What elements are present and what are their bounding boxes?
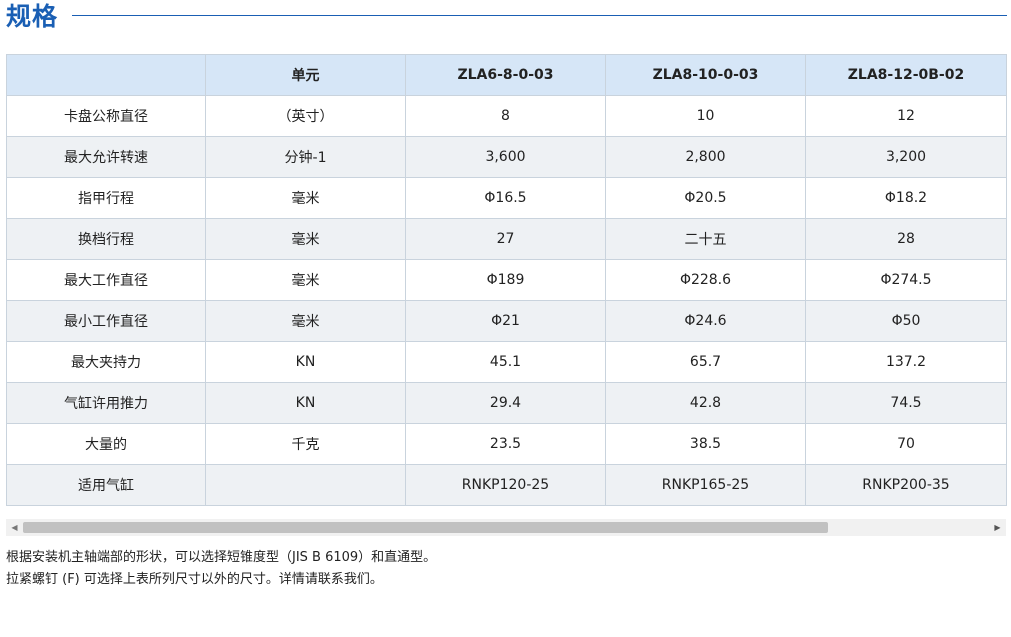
unit-cell: 毫米 [205, 300, 406, 342]
unit-cell: 千克 [205, 423, 406, 465]
note-line: 拉紧螺钉 (F) 可选择上表所列尺寸以外的尺寸。详情请联系我们。 [6, 572, 383, 587]
unit-cell: 分钟-1 [205, 136, 406, 178]
scroll-right-arrow-icon[interactable]: ▶ [989, 519, 1006, 536]
table-row: 适用气缸 RNKP120-25 RNKP165-25 RNKP200-35 [6, 464, 1007, 506]
unit-cell: （英寸） [205, 95, 406, 137]
row-label-cell: 最小工作直径 [6, 300, 206, 342]
table-row: 卡盘公称直径 （英寸） 8 10 12 [6, 95, 1007, 137]
page-title: 规格 [6, 2, 59, 31]
row-label-cell: 大量的 [6, 423, 206, 465]
value-cell: Φ228.6 [605, 259, 806, 301]
value-cell: Φ16.5 [405, 177, 606, 219]
row-label-cell: 最大允许转速 [6, 136, 206, 178]
row-label-cell: 适用气缸 [6, 464, 206, 506]
value-cell: 29.4 [405, 382, 606, 424]
section-header: 规格 [4, 0, 1007, 36]
spec-table-container: 单元 ZLA6-8-0-03 ZLA8-10-0-03 ZLA8-12-0B-0… [6, 54, 1007, 506]
unit-cell: 毫米 [205, 177, 406, 219]
value-cell: 二十五 [605, 218, 806, 260]
value-cell: Φ21 [405, 300, 606, 342]
value-cell: Φ20.5 [605, 177, 806, 219]
scrollbar-thumb[interactable] [23, 522, 828, 533]
value-cell: 38.5 [605, 423, 806, 465]
value-cell: Φ24.6 [605, 300, 806, 342]
value-cell: 10 [605, 95, 806, 137]
table-row: 气缸许用推力 KN 29.4 42.8 74.5 [6, 382, 1007, 424]
value-cell: 74.5 [805, 382, 1007, 424]
row-label-cell: 卡盘公称直径 [6, 95, 206, 137]
notes-section: 根据安装机主轴端部的形状，可以选择短锥度型（JIS B 6109）和直通型。 拉… [6, 547, 1006, 591]
value-cell: 28 [805, 218, 1007, 260]
row-label-cell: 最大工作直径 [6, 259, 206, 301]
value-cell: Φ18.2 [805, 177, 1007, 219]
value-cell: 3,600 [405, 136, 606, 178]
unit-cell: 毫米 [205, 218, 406, 260]
row-label-cell: 指甲行程 [6, 177, 206, 219]
value-cell: 137.2 [805, 341, 1007, 383]
value-cell: RNKP165-25 [605, 464, 806, 506]
value-cell: Φ189 [405, 259, 606, 301]
value-cell: 2,800 [605, 136, 806, 178]
unit-cell: 毫米 [205, 259, 406, 301]
header-cell-unit: 单元 [205, 54, 406, 96]
header-cell-model-2: ZLA8-10-0-03 [605, 54, 806, 96]
value-cell: 70 [805, 423, 1007, 465]
value-cell: 3,200 [805, 136, 1007, 178]
row-label-cell: 换档行程 [6, 218, 206, 260]
value-cell: RNKP120-25 [405, 464, 606, 506]
value-cell: 42.8 [605, 382, 806, 424]
table-row: 换档行程 毫米 27 二十五 28 [6, 218, 1007, 260]
value-cell: 23.5 [405, 423, 606, 465]
value-cell: 27 [405, 218, 606, 260]
table-row: 最大允许转速 分钟-1 3,600 2,800 3,200 [6, 136, 1007, 178]
value-cell: Φ50 [805, 300, 1007, 342]
header-cell-model-1: ZLA6-8-0-03 [405, 54, 606, 96]
value-cell: RNKP200-35 [805, 464, 1007, 506]
title-divider [72, 15, 1007, 16]
table-row: 指甲行程 毫米 Φ16.5 Φ20.5 Φ18.2 [6, 177, 1007, 219]
header-cell-empty [6, 54, 206, 96]
value-cell: 45.1 [405, 341, 606, 383]
table-row: 最大夹持力 KN 45.1 65.7 137.2 [6, 341, 1007, 383]
note-line: 根据安装机主轴端部的形状，可以选择短锥度型（JIS B 6109）和直通型。 [6, 550, 437, 565]
header-cell-model-3: ZLA8-12-0B-02 [805, 54, 1007, 96]
unit-cell: KN [205, 341, 406, 383]
row-label-cell: 最大夹持力 [6, 341, 206, 383]
table-row: 最大工作直径 毫米 Φ189 Φ228.6 Φ274.5 [6, 259, 1007, 301]
table-row: 最小工作直径 毫米 Φ21 Φ24.6 Φ50 [6, 300, 1007, 342]
value-cell: 65.7 [605, 341, 806, 383]
unit-cell: KN [205, 382, 406, 424]
spec-table: 单元 ZLA6-8-0-03 ZLA8-10-0-03 ZLA8-12-0B-0… [6, 54, 1007, 506]
table-row: 大量的 千克 23.5 38.5 70 [6, 423, 1007, 465]
scroll-left-arrow-icon[interactable]: ◀ [6, 519, 23, 536]
value-cell: 8 [405, 95, 606, 137]
table-header-row: 单元 ZLA6-8-0-03 ZLA8-10-0-03 ZLA8-12-0B-0… [6, 54, 1007, 96]
value-cell: Φ274.5 [805, 259, 1007, 301]
horizontal-scrollbar[interactable]: ◀ ▶ [6, 519, 1006, 536]
row-label-cell: 气缸许用推力 [6, 382, 206, 424]
unit-cell [205, 464, 406, 506]
value-cell: 12 [805, 95, 1007, 137]
